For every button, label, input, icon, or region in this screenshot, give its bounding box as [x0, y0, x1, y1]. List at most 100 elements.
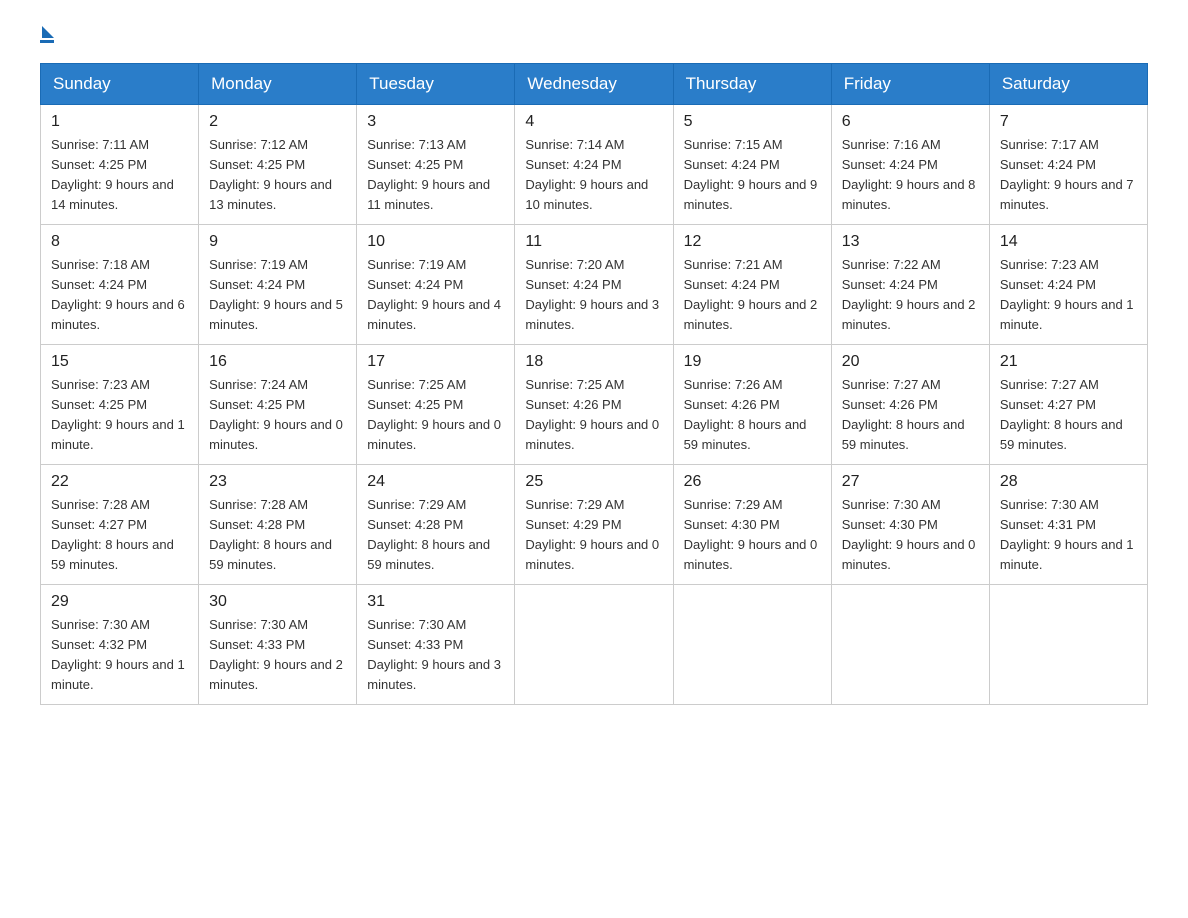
calendar-cell: 12 Sunrise: 7:21 AMSunset: 4:24 PMDaylig… — [673, 225, 831, 345]
day-info: Sunrise: 7:16 AMSunset: 4:24 PMDaylight:… — [842, 135, 979, 216]
calendar-cell: 4 Sunrise: 7:14 AMSunset: 4:24 PMDayligh… — [515, 105, 673, 225]
calendar-cell: 14 Sunrise: 7:23 AMSunset: 4:24 PMDaylig… — [989, 225, 1147, 345]
calendar-cell: 20 Sunrise: 7:27 AMSunset: 4:26 PMDaylig… — [831, 345, 989, 465]
calendar-week-3: 15 Sunrise: 7:23 AMSunset: 4:25 PMDaylig… — [41, 345, 1148, 465]
day-info: Sunrise: 7:14 AMSunset: 4:24 PMDaylight:… — [525, 135, 662, 216]
day-info: Sunrise: 7:15 AMSunset: 4:24 PMDaylight:… — [684, 135, 821, 216]
day-number: 17 — [367, 353, 504, 371]
calendar-cell: 19 Sunrise: 7:26 AMSunset: 4:26 PMDaylig… — [673, 345, 831, 465]
day-info: Sunrise: 7:17 AMSunset: 4:24 PMDaylight:… — [1000, 135, 1137, 216]
day-number: 21 — [1000, 353, 1137, 371]
day-number: 22 — [51, 473, 188, 491]
day-info: Sunrise: 7:12 AMSunset: 4:25 PMDaylight:… — [209, 135, 346, 216]
calendar-cell: 11 Sunrise: 7:20 AMSunset: 4:24 PMDaylig… — [515, 225, 673, 345]
day-number: 14 — [1000, 233, 1137, 251]
day-info: Sunrise: 7:27 AMSunset: 4:26 PMDaylight:… — [842, 375, 979, 456]
day-number: 25 — [525, 473, 662, 491]
day-info: Sunrise: 7:30 AMSunset: 4:32 PMDaylight:… — [51, 615, 188, 696]
calendar-cell: 31 Sunrise: 7:30 AMSunset: 4:33 PMDaylig… — [357, 585, 515, 705]
calendar-cell: 9 Sunrise: 7:19 AMSunset: 4:24 PMDayligh… — [199, 225, 357, 345]
day-number: 3 — [367, 113, 504, 131]
header-tuesday: Tuesday — [357, 64, 515, 105]
calendar-week-2: 8 Sunrise: 7:18 AMSunset: 4:24 PMDayligh… — [41, 225, 1148, 345]
calendar-cell: 15 Sunrise: 7:23 AMSunset: 4:25 PMDaylig… — [41, 345, 199, 465]
day-info: Sunrise: 7:22 AMSunset: 4:24 PMDaylight:… — [842, 255, 979, 336]
day-number: 31 — [367, 593, 504, 611]
day-number: 7 — [1000, 113, 1137, 131]
calendar-cell: 24 Sunrise: 7:29 AMSunset: 4:28 PMDaylig… — [357, 465, 515, 585]
day-info: Sunrise: 7:19 AMSunset: 4:24 PMDaylight:… — [209, 255, 346, 336]
day-number: 8 — [51, 233, 188, 251]
calendar-cell: 8 Sunrise: 7:18 AMSunset: 4:24 PMDayligh… — [41, 225, 199, 345]
day-info: Sunrise: 7:30 AMSunset: 4:31 PMDaylight:… — [1000, 495, 1137, 576]
day-info: Sunrise: 7:13 AMSunset: 4:25 PMDaylight:… — [367, 135, 504, 216]
calendar-cell: 3 Sunrise: 7:13 AMSunset: 4:25 PMDayligh… — [357, 105, 515, 225]
calendar-cell: 22 Sunrise: 7:28 AMSunset: 4:27 PMDaylig… — [41, 465, 199, 585]
logo — [40, 30, 54, 43]
day-number: 23 — [209, 473, 346, 491]
day-number: 12 — [684, 233, 821, 251]
day-number: 2 — [209, 113, 346, 131]
calendar-cell: 10 Sunrise: 7:19 AMSunset: 4:24 PMDaylig… — [357, 225, 515, 345]
day-number: 29 — [51, 593, 188, 611]
calendar-cell — [831, 585, 989, 705]
day-info: Sunrise: 7:11 AMSunset: 4:25 PMDaylight:… — [51, 135, 188, 216]
calendar-cell: 7 Sunrise: 7:17 AMSunset: 4:24 PMDayligh… — [989, 105, 1147, 225]
day-info: Sunrise: 7:29 AMSunset: 4:30 PMDaylight:… — [684, 495, 821, 576]
calendar-week-5: 29 Sunrise: 7:30 AMSunset: 4:32 PMDaylig… — [41, 585, 1148, 705]
day-info: Sunrise: 7:30 AMSunset: 4:33 PMDaylight:… — [209, 615, 346, 696]
logo-arrow-icon — [42, 26, 54, 38]
calendar-cell: 29 Sunrise: 7:30 AMSunset: 4:32 PMDaylig… — [41, 585, 199, 705]
logo-underline — [40, 40, 54, 43]
day-info: Sunrise: 7:25 AMSunset: 4:26 PMDaylight:… — [525, 375, 662, 456]
day-number: 28 — [1000, 473, 1137, 491]
calendar-cell: 5 Sunrise: 7:15 AMSunset: 4:24 PMDayligh… — [673, 105, 831, 225]
calendar-cell: 13 Sunrise: 7:22 AMSunset: 4:24 PMDaylig… — [831, 225, 989, 345]
day-info: Sunrise: 7:20 AMSunset: 4:24 PMDaylight:… — [525, 255, 662, 336]
page-header — [40, 30, 1148, 43]
day-info: Sunrise: 7:25 AMSunset: 4:25 PMDaylight:… — [367, 375, 504, 456]
day-number: 6 — [842, 113, 979, 131]
day-info: Sunrise: 7:23 AMSunset: 4:25 PMDaylight:… — [51, 375, 188, 456]
calendar-cell — [989, 585, 1147, 705]
calendar-header-row: SundayMondayTuesdayWednesdayThursdayFrid… — [41, 64, 1148, 105]
calendar-table: SundayMondayTuesdayWednesdayThursdayFrid… — [40, 63, 1148, 705]
day-number: 24 — [367, 473, 504, 491]
day-info: Sunrise: 7:26 AMSunset: 4:26 PMDaylight:… — [684, 375, 821, 456]
day-number: 18 — [525, 353, 662, 371]
header-wednesday: Wednesday — [515, 64, 673, 105]
day-number: 1 — [51, 113, 188, 131]
day-number: 16 — [209, 353, 346, 371]
day-info: Sunrise: 7:30 AMSunset: 4:30 PMDaylight:… — [842, 495, 979, 576]
day-info: Sunrise: 7:19 AMSunset: 4:24 PMDaylight:… — [367, 255, 504, 336]
calendar-cell — [673, 585, 831, 705]
calendar-cell: 27 Sunrise: 7:30 AMSunset: 4:30 PMDaylig… — [831, 465, 989, 585]
calendar-cell: 6 Sunrise: 7:16 AMSunset: 4:24 PMDayligh… — [831, 105, 989, 225]
calendar-cell: 25 Sunrise: 7:29 AMSunset: 4:29 PMDaylig… — [515, 465, 673, 585]
day-info: Sunrise: 7:29 AMSunset: 4:29 PMDaylight:… — [525, 495, 662, 576]
day-number: 10 — [367, 233, 504, 251]
calendar-cell — [515, 585, 673, 705]
day-info: Sunrise: 7:23 AMSunset: 4:24 PMDaylight:… — [1000, 255, 1137, 336]
day-number: 5 — [684, 113, 821, 131]
day-number: 11 — [525, 233, 662, 251]
day-number: 30 — [209, 593, 346, 611]
day-number: 19 — [684, 353, 821, 371]
calendar-cell: 1 Sunrise: 7:11 AMSunset: 4:25 PMDayligh… — [41, 105, 199, 225]
calendar-cell: 21 Sunrise: 7:27 AMSunset: 4:27 PMDaylig… — [989, 345, 1147, 465]
header-friday: Friday — [831, 64, 989, 105]
calendar-cell: 23 Sunrise: 7:28 AMSunset: 4:28 PMDaylig… — [199, 465, 357, 585]
calendar-cell: 2 Sunrise: 7:12 AMSunset: 4:25 PMDayligh… — [199, 105, 357, 225]
day-number: 13 — [842, 233, 979, 251]
calendar-cell: 26 Sunrise: 7:29 AMSunset: 4:30 PMDaylig… — [673, 465, 831, 585]
calendar-cell: 16 Sunrise: 7:24 AMSunset: 4:25 PMDaylig… — [199, 345, 357, 465]
day-info: Sunrise: 7:18 AMSunset: 4:24 PMDaylight:… — [51, 255, 188, 336]
day-number: 4 — [525, 113, 662, 131]
day-info: Sunrise: 7:28 AMSunset: 4:28 PMDaylight:… — [209, 495, 346, 576]
calendar-cell: 28 Sunrise: 7:30 AMSunset: 4:31 PMDaylig… — [989, 465, 1147, 585]
day-number: 27 — [842, 473, 979, 491]
day-info: Sunrise: 7:21 AMSunset: 4:24 PMDaylight:… — [684, 255, 821, 336]
calendar-cell: 30 Sunrise: 7:30 AMSunset: 4:33 PMDaylig… — [199, 585, 357, 705]
header-monday: Monday — [199, 64, 357, 105]
day-number: 20 — [842, 353, 979, 371]
